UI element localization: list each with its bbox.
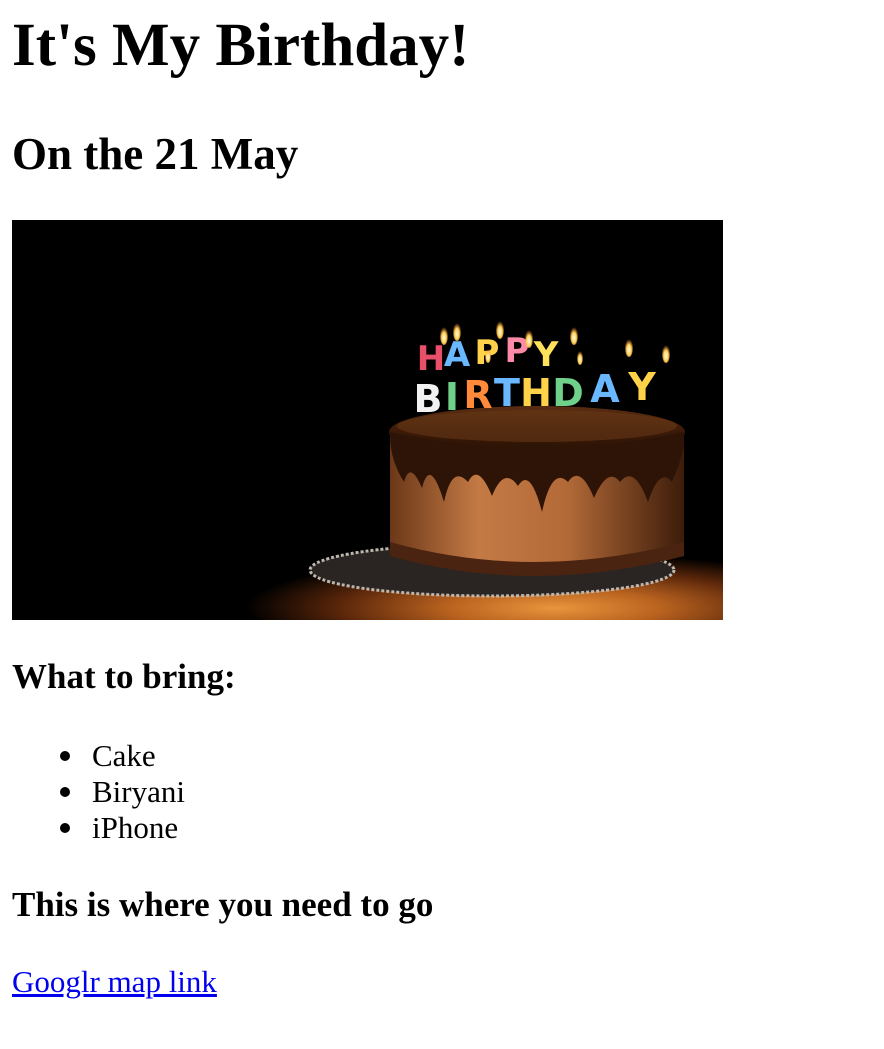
list-item-label: Biryani [92,774,185,809]
birthday-cake-image: H A P P Y B I R T H D A Y [12,220,723,620]
bullet-icon [60,751,70,761]
date-heading: On the 21 May [12,129,299,179]
bullet-icon [60,787,70,797]
svg-text:H: H [520,371,552,415]
svg-text:D: D [552,371,584,415]
svg-text:A: A [444,335,471,375]
bring-list: Cake Biryani iPhone [12,738,185,846]
bullet-icon [60,823,70,833]
svg-text:B: B [414,377,443,421]
list-item: Cake [60,738,185,774]
svg-text:T: T [494,371,520,415]
list-item-label: Cake [92,738,156,773]
google-map-link[interactable]: Googlr map link [12,964,217,1000]
svg-text:H: H [417,339,445,379]
svg-text:A: A [590,367,620,411]
svg-text:I: I [445,375,459,419]
svg-text:Y: Y [627,365,656,409]
location-heading: This is where you need to go [12,885,434,924]
list-item: iPhone [60,810,185,846]
svg-text:R: R [463,373,492,417]
svg-text:Y: Y [533,335,559,375]
bring-heading: What to bring: [12,657,236,696]
list-item: Biryani [60,774,185,810]
page-title: It's My Birthday! [12,12,470,79]
list-item-label: iPhone [92,810,179,845]
